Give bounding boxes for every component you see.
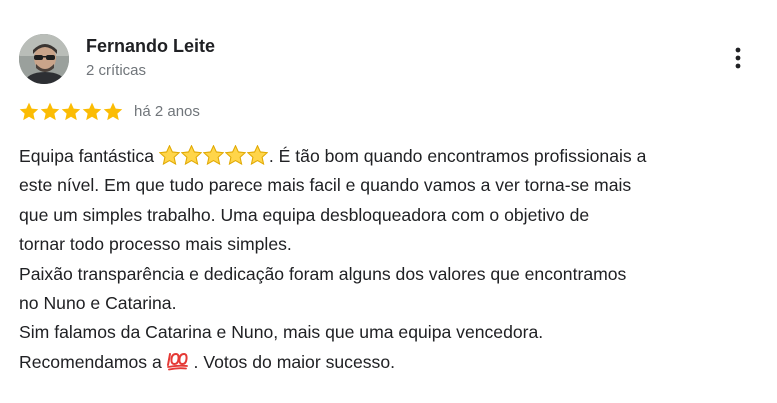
review-text-segment: Equipa fantástica bbox=[19, 146, 159, 166]
star-emoji-icon bbox=[158, 145, 180, 165]
review-line: Equipa fantástica . É tão bom quando enc… bbox=[19, 142, 764, 171]
star-emoji-icon bbox=[246, 145, 268, 165]
star-icon bbox=[82, 102, 102, 120]
more-options-button[interactable] bbox=[726, 42, 750, 74]
review-line: este nível. Em que tudo parece mais faci… bbox=[19, 175, 632, 196]
review-text-segment: Recomendamos a bbox=[19, 351, 167, 372]
star-emoji-icon bbox=[202, 145, 224, 165]
author-avatar[interactable] bbox=[19, 34, 69, 84]
star-icon bbox=[19, 102, 39, 120]
user-avatar-icon bbox=[19, 34, 69, 84]
star-emoji-icon bbox=[224, 145, 246, 165]
review-card: Fernando Leite 2 críticas há 2 anos Equi… bbox=[0, 0, 777, 403]
author-review-count: 2 críticas bbox=[86, 62, 147, 79]
review-text-segment: . É tão bom quando encontramos profissio… bbox=[268, 146, 647, 166]
star-icon bbox=[61, 102, 81, 120]
review-line: tornar todo processo mais simples. bbox=[19, 234, 292, 255]
star-icon bbox=[103, 102, 123, 120]
review-time: há 2 anos bbox=[134, 102, 200, 120]
star-emoji-icon bbox=[180, 145, 202, 165]
review-line: no Nuno e Catarina. bbox=[19, 293, 177, 314]
review-line: Paixão transparência e dedicação foram a… bbox=[19, 263, 627, 284]
author-name[interactable]: Fernando Leite bbox=[86, 36, 215, 57]
star-rating bbox=[19, 102, 124, 121]
rating-row: há 2 anos bbox=[19, 99, 200, 123]
review-line: Sim falamos da Catarina e Nuno, mais que… bbox=[19, 322, 544, 343]
star-icon bbox=[40, 102, 60, 120]
review-line: que um simples trabalho. Uma equipa desb… bbox=[19, 204, 590, 225]
hundred-points-emoji-icon bbox=[166, 352, 189, 371]
more-vertical-icon bbox=[735, 47, 741, 69]
five-star-emoji-icons bbox=[158, 145, 269, 165]
review-line: Recomendamos a . Votos do maior sucesso. bbox=[19, 348, 764, 377]
review-text-segment: . Votos do maior sucesso. bbox=[188, 351, 396, 372]
review-text: Equipa fantástica . É tão bom quando enc… bbox=[19, 142, 764, 377]
